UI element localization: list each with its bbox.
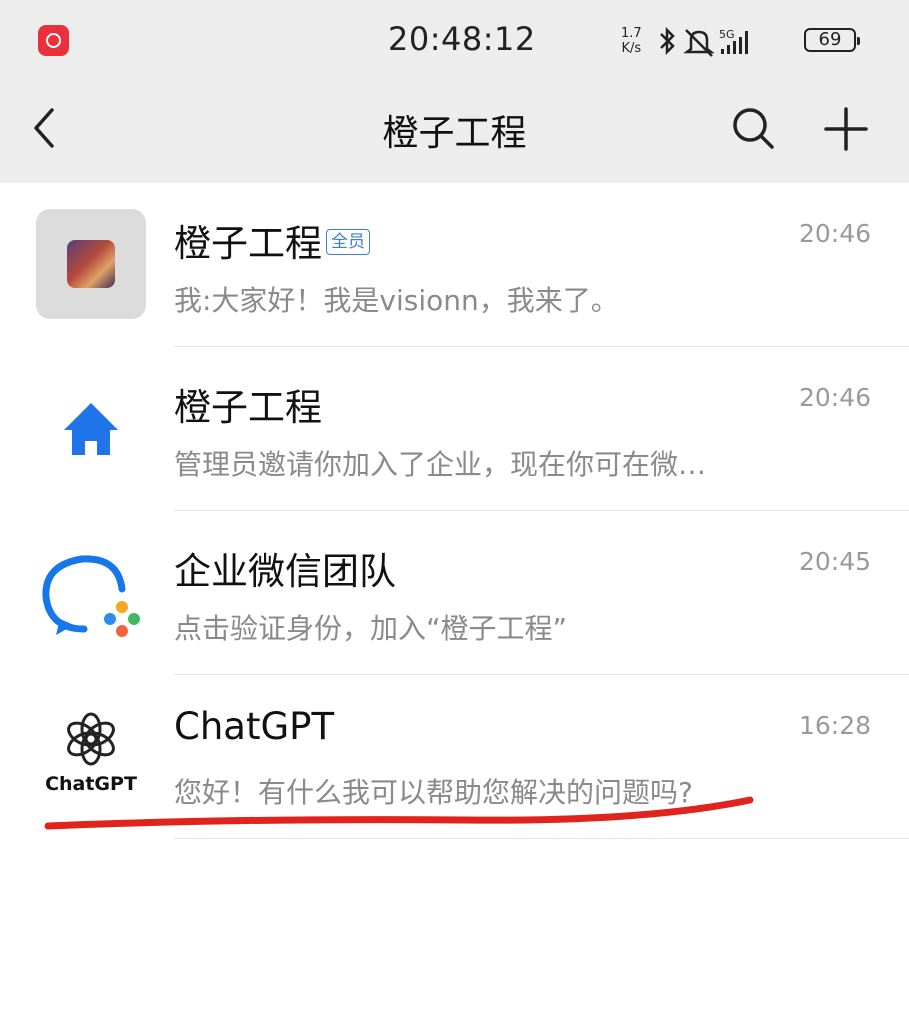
search-icon[interactable] — [731, 106, 775, 150]
red-underline-annotation — [44, 796, 754, 830]
battery-indicator: 69 — [804, 28, 860, 52]
message-preview: 点击验证身份，加入“橙子工程” — [174, 612, 568, 645]
home-icon — [64, 403, 118, 455]
conversation-row[interactable]: 橙子工程 全员 我:大家好！我是visionn，我来了。 20:46 — [0, 183, 909, 347]
add-icon[interactable] — [823, 106, 869, 152]
top-bar: 20:48:12 1.7 K/s 5G 69 橙子工程 — [0, 0, 909, 183]
openai-logo-icon — [67, 712, 115, 766]
conversation-name: ChatGPT — [174, 705, 335, 748]
group-avatar — [36, 209, 146, 319]
conversation-row[interactable]: 橙子工程 管理员邀请你加入了企业，现在你可在微… 20:46 — [0, 347, 909, 511]
conversation-name: 橙子工程 全员 — [174, 213, 370, 267]
signal-type-text: 5G — [719, 28, 735, 41]
message-time: 20:45 — [798, 547, 871, 576]
mute-bell-icon — [683, 29, 715, 57]
message-preview: 管理员邀请你加入了企业，现在你可在微… — [174, 448, 707, 481]
all-members-badge: 全员 — [326, 228, 370, 255]
message-time: 20:46 — [798, 383, 871, 412]
conversation-row[interactable]: 企业微信团队 点击验证身份，加入“橙子工程” 20:45 — [0, 511, 909, 675]
app-notification-icon — [38, 25, 69, 56]
message-time: 20:46 — [798, 219, 871, 248]
bluetooth-icon — [660, 26, 675, 56]
message-time: 16:28 — [798, 711, 871, 740]
status-icons: 5G — [660, 26, 748, 57]
conversation-name: 橙子工程 — [174, 386, 322, 429]
message-preview: 我:大家好！我是visionn，我来了。 — [174, 284, 619, 317]
conversation-name: 企业微信团队 — [174, 550, 396, 593]
network-speed: 1.7 K/s — [621, 26, 642, 56]
wecom-logo-icon — [42, 555, 140, 637]
status-time: 20:48:12 — [388, 20, 536, 58]
avatar-photo — [67, 240, 115, 288]
